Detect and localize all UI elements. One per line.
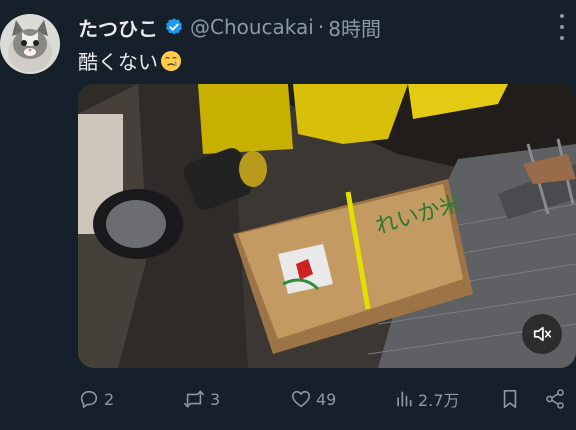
tweet-text-content: 酷くない (78, 50, 158, 74)
share-icon (544, 388, 566, 410)
like-count: 49 (316, 389, 337, 409)
action-bar: 2 3 49 2.7万 (78, 384, 576, 414)
analytics-bar-icon (394, 389, 414, 409)
reply-count: 2 (104, 389, 115, 409)
bookmark-icon (500, 388, 520, 410)
views-button[interactable]: 2.7万 (394, 384, 459, 414)
tweet-text: 酷くない (78, 46, 182, 75)
repost-count: 3 (210, 389, 221, 409)
tweet-video[interactable]: れいか米 (78, 84, 576, 368)
display-name[interactable]: たつひこ (78, 13, 158, 42)
repost-icon (182, 388, 206, 410)
reply-button[interactable]: 2 (78, 384, 114, 414)
handle[interactable]: @Choucakai (190, 15, 314, 39)
repost-button[interactable]: 3 (182, 384, 220, 414)
avatar[interactable] (0, 14, 60, 74)
share-button[interactable] (544, 384, 566, 414)
more-options-icon[interactable] (554, 14, 570, 40)
separator: · (317, 15, 325, 39)
mute-button[interactable] (522, 314, 562, 354)
views-count: 2.7万 (418, 391, 460, 410)
post-time[interactable]: 8時間 (328, 13, 381, 42)
verified-badge-icon[interactable] (164, 17, 184, 37)
bookmark-button[interactable] (500, 384, 520, 414)
reply-icon (78, 388, 100, 410)
speaker-muted-icon (531, 323, 553, 345)
heart-icon (290, 388, 312, 410)
post-header: たつひこ @Choucakai · 8時間 (78, 12, 381, 42)
like-button[interactable]: 49 (290, 384, 336, 414)
face-holding-back-tears-emoji-icon (160, 50, 182, 72)
